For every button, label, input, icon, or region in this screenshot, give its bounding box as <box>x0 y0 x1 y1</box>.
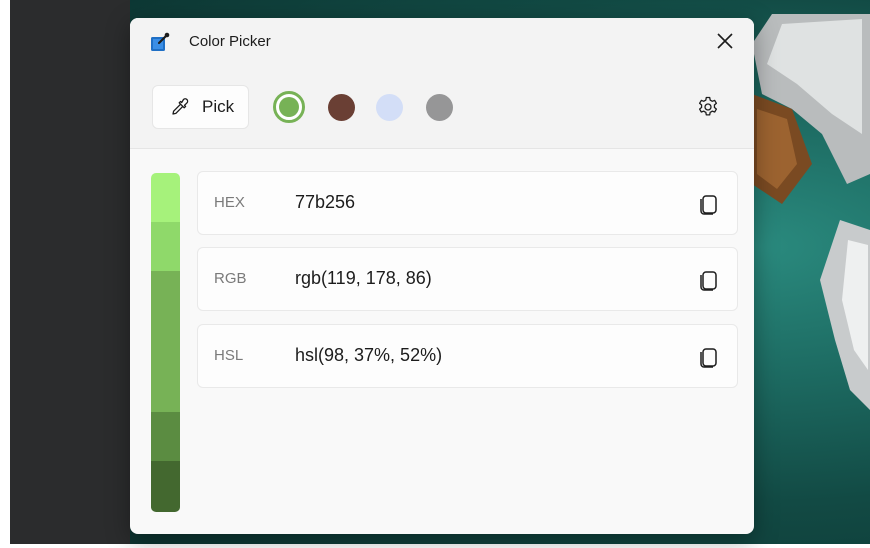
color-value: 77b256 <box>295 192 356 212</box>
pick-button-label: Pick <box>202 97 235 116</box>
copy-icon[interactable] <box>698 268 720 292</box>
shade-lighter[interactable] <box>151 222 180 271</box>
shade-darker[interactable] <box>151 412 180 461</box>
close-button[interactable] <box>696 18 754 64</box>
wallpaper-hammer-artwork-lower <box>820 220 870 410</box>
background-bottom-edge <box>0 544 870 548</box>
color-picker-app-icon <box>151 32 170 51</box>
hex-row: HEX 77b256 <box>197 171 738 235</box>
hsl-row: HSL hsl(98, 37%, 52%) <box>197 324 738 388</box>
shade-darkest[interactable] <box>151 461 180 512</box>
swatch-gray[interactable] <box>426 94 453 121</box>
color-value: hsl(98, 37%, 52%) <box>295 345 443 365</box>
pick-button[interactable]: Pick <box>152 85 249 129</box>
close-icon <box>717 33 733 49</box>
toolbar: Pick <box>130 64 754 149</box>
gear-icon[interactable] <box>696 95 720 119</box>
swatch-selected-fill <box>279 97 299 117</box>
color-shades-bar <box>151 173 180 512</box>
swatch-light-blue[interactable] <box>376 94 403 121</box>
format-label: HSL <box>214 347 244 364</box>
shade-base[interactable] <box>151 271 180 341</box>
color-picker-window: Color Picker Pick HEX 77b256 RGB rgb(119… <box>130 18 754 534</box>
background-edge <box>0 0 10 548</box>
shade-base-2[interactable] <box>151 341 180 412</box>
copy-icon[interactable] <box>698 192 720 216</box>
format-label: HEX <box>214 194 245 211</box>
color-value: rgb(119, 178, 86) <box>295 268 432 288</box>
shade-lightest[interactable] <box>151 173 180 222</box>
swatch-selected[interactable] <box>273 91 305 123</box>
format-label: RGB <box>214 270 247 287</box>
swatch-brown[interactable] <box>328 94 355 121</box>
title-bar: Color Picker <box>130 18 754 64</box>
rgb-row: RGB rgb(119, 178, 86) <box>197 247 738 311</box>
wallpaper-hammer-artwork <box>752 14 870 204</box>
copy-icon[interactable] <box>698 345 720 369</box>
eyedropper-icon <box>172 98 189 115</box>
window-title: Color Picker <box>189 33 271 50</box>
